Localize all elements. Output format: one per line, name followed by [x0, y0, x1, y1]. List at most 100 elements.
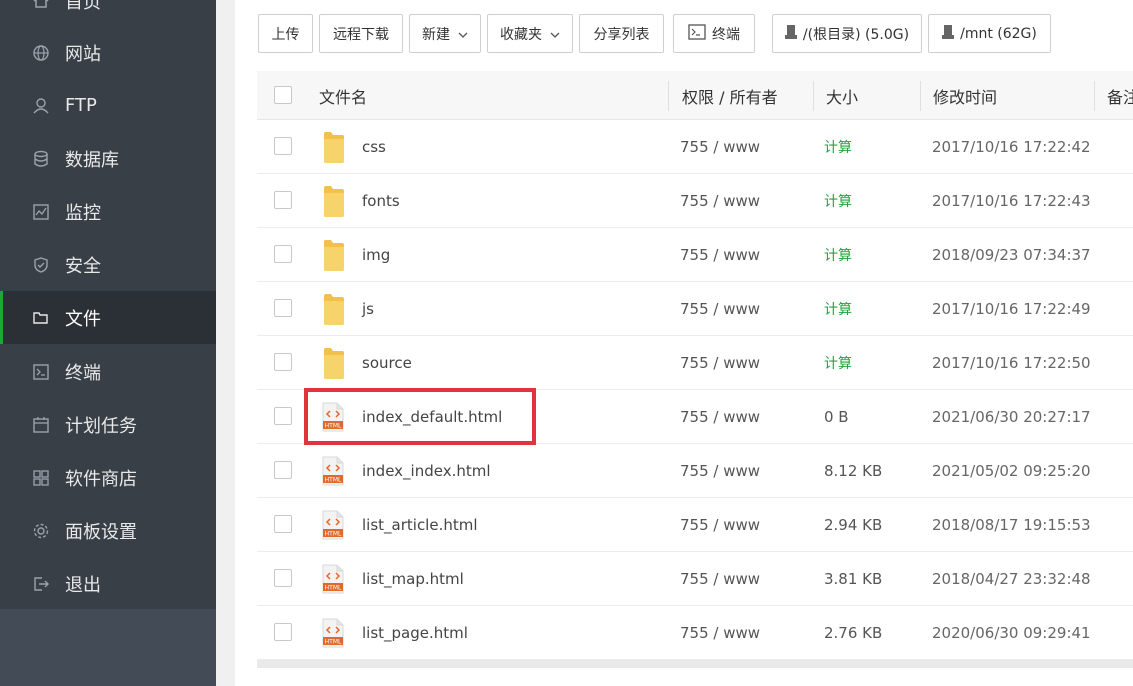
sidebar-item-label: 计划任务: [65, 415, 137, 437]
file-name[interactable]: index_index.html: [362, 444, 491, 498]
sidebar-item-logout[interactable]: 退出: [0, 557, 216, 610]
file-name[interactable]: fonts: [362, 174, 400, 228]
file-name[interactable]: css: [362, 120, 386, 174]
gear-icon: [32, 522, 50, 540]
row-checkbox[interactable]: [274, 461, 292, 479]
file-size: 2.76 KB: [824, 624, 883, 642]
file-name[interactable]: source: [362, 336, 412, 390]
sidebar-item-label: 面板设置: [65, 521, 137, 543]
home-icon: [32, 0, 50, 10]
sidebar-item-security[interactable]: 安全: [0, 238, 216, 291]
sidebar-item-label: 安全: [65, 255, 101, 277]
disk-root-button[interactable]: /(根目录) (5.0G): [772, 14, 922, 53]
sidebar-item-database[interactable]: 数据库: [0, 132, 216, 185]
header-mtime[interactable]: 修改时间: [933, 71, 997, 120]
file-permission[interactable]: 755 / www: [680, 282, 760, 336]
sidebar: 首页 网站 FTP 数据库 监控 安全 文件 终端 计划任务 软件商店 面板设置…: [0, 0, 216, 686]
file-size[interactable]: 计算: [824, 336, 852, 390]
file-size[interactable]: 计算: [824, 228, 852, 282]
file-size[interactable]: 计算: [824, 120, 852, 174]
terminal-label: 终端: [712, 26, 740, 43]
file-permission[interactable]: 755 / www: [680, 120, 760, 174]
sidebar-item-website[interactable]: 网站: [0, 26, 216, 79]
row-checkbox[interactable]: [274, 623, 292, 641]
share-list-label: 分享列表: [593, 26, 650, 43]
sidebar-item-label: 终端: [65, 362, 101, 384]
table-row[interactable]: HTML list_article.html 755 / www 2.94 KB 201…: [257, 498, 1133, 552]
file-permission[interactable]: 755 / www: [680, 336, 760, 390]
file-size[interactable]: 计算: [824, 174, 852, 228]
sidebar-item-store[interactable]: 软件商店: [0, 451, 216, 504]
row-checkbox[interactable]: [274, 191, 292, 209]
row-checkbox[interactable]: [274, 515, 292, 533]
sidebar-item-files[interactable]: 文件: [0, 291, 216, 344]
table-row[interactable]: img 755 / www 计算 2018/09/23 07:34:37: [257, 228, 1133, 282]
disk-mnt-button[interactable]: /mnt (62G): [928, 14, 1051, 53]
file-name[interactable]: list_page.html: [362, 606, 468, 660]
file-mtime: 2018/04/27 23:32:48: [932, 570, 1091, 588]
file-name[interactable]: list_map.html: [362, 552, 464, 606]
sidebar-item-monitor[interactable]: 监控: [0, 185, 216, 238]
file-size: 2.94 KB: [824, 516, 883, 534]
file-name[interactable]: img: [362, 228, 390, 282]
logout-icon: [32, 575, 50, 593]
row-checkbox[interactable]: [274, 299, 292, 317]
table-row[interactable]: HTML index_index.html 755 / www 8.12 KB 2021…: [257, 444, 1133, 498]
file-name[interactable]: list_article.html: [362, 498, 478, 552]
table-row[interactable]: HTML list_map.html 755 / www 3.81 KB 2018/04…: [257, 552, 1133, 606]
sidebar-item-label: 软件商店: [65, 468, 137, 490]
file-mtime: 2018/09/23 07:34:37: [932, 246, 1091, 264]
share-list-button[interactable]: 分享列表: [579, 14, 664, 53]
sidebar-item-settings[interactable]: 面板设置: [0, 504, 216, 557]
file-mtime: 2017/10/16 17:22:49: [932, 300, 1091, 318]
row-checkbox[interactable]: [274, 569, 292, 587]
folder-open-icon: [32, 309, 50, 327]
terminal-button[interactable]: 终端: [673, 14, 755, 53]
database-icon: [32, 150, 50, 168]
table-row[interactable]: fonts 755 / www 计算 2017/10/16 17:22:43: [257, 174, 1133, 228]
header-note[interactable]: 备注: [1107, 71, 1133, 120]
file-permission[interactable]: 755 / www: [680, 228, 760, 282]
svg-text:HTML: HTML: [325, 639, 342, 646]
file-size: 3.81 KB: [824, 570, 883, 588]
header-permission[interactable]: 权限 / 所有者: [682, 71, 778, 120]
disk-root-label: /(根目录) (5.0G): [802, 26, 910, 43]
remote-download-label: 远程下载: [333, 26, 389, 43]
header-filename[interactable]: 文件名: [319, 71, 367, 120]
select-all-checkbox[interactable]: [274, 86, 292, 104]
sidebar-item-label: 文件: [65, 308, 101, 330]
header-size[interactable]: 大小: [826, 71, 858, 120]
upload-button[interactable]: 上传: [258, 14, 313, 53]
sidebar-item-terminal[interactable]: 终端: [0, 345, 216, 398]
remote-download-button[interactable]: 远程下载: [319, 14, 403, 53]
file-permission[interactable]: 755 / www: [680, 552, 760, 606]
sidebar-item-label: 首页: [65, 0, 101, 13]
new-label: 新建: [422, 26, 450, 43]
file-size: 8.12 KB: [824, 462, 883, 480]
sidebar-item-cron[interactable]: 计划任务: [0, 398, 216, 451]
row-checkbox[interactable]: [274, 245, 292, 263]
file-permission[interactable]: 755 / www: [680, 444, 760, 498]
table-row[interactable]: HTML list_page.html 755 / www 2.76 KB 2020/0…: [257, 606, 1133, 660]
file-permission[interactable]: 755 / www: [680, 498, 760, 552]
new-dropdown-button[interactable]: 新建: [409, 14, 481, 53]
file-permission[interactable]: 755 / www: [680, 606, 760, 660]
row-checkbox[interactable]: [274, 353, 292, 371]
table-row[interactable]: js 755 / www 计算 2017/10/16 17:22:49: [257, 282, 1133, 336]
file-size[interactable]: 计算: [824, 282, 852, 336]
file-permission[interactable]: 755 / www: [680, 390, 760, 444]
table-row[interactable]: source 755 / www 计算 2017/10/16 17:22:50: [257, 336, 1133, 390]
column-divider: [1094, 81, 1095, 111]
row-checkbox[interactable]: [274, 407, 292, 425]
file-mtime: 2021/06/30 20:27:17: [932, 408, 1091, 426]
folder-icon: [322, 293, 346, 326]
table-row[interactable]: css 755 / www 计算 2017/10/16 17:22:42: [257, 120, 1133, 174]
file-permission[interactable]: 755 / www: [680, 174, 760, 228]
row-checkbox[interactable]: [274, 137, 292, 155]
favorites-dropdown-button[interactable]: 收藏夹: [487, 14, 573, 53]
sidebar-item-ftp[interactable]: FTP: [0, 79, 216, 132]
sidebar-item-home[interactable]: 首页: [0, 0, 216, 27]
file-mtime: 2018/08/17 19:15:53: [932, 516, 1091, 534]
svg-text:HTML: HTML: [325, 531, 342, 538]
file-name[interactable]: js: [362, 282, 374, 336]
